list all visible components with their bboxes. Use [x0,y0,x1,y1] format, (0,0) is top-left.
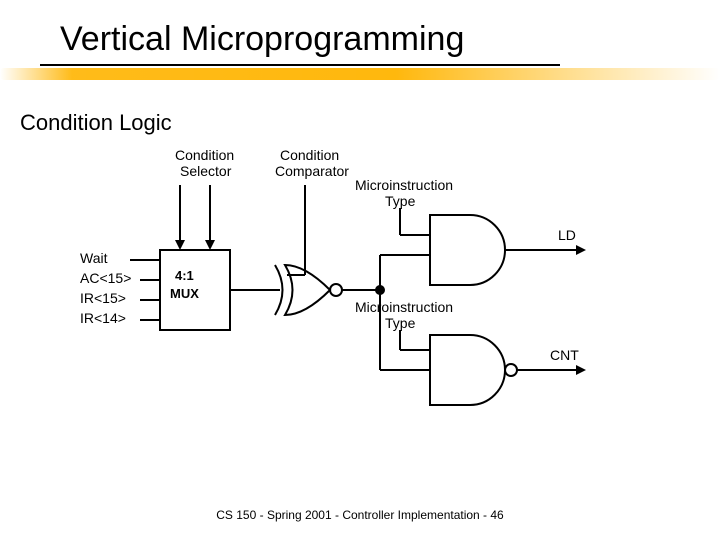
nand-gate-cnt [430,335,505,405]
condition-selector-label-1: Condition [175,147,234,163]
microinstruction-top-1: Microinstruction [355,177,453,193]
arrow-ld [576,245,586,255]
cnt-label: CNT [550,347,579,363]
input-wait: Wait [80,250,108,266]
mux-label-2: MUX [170,286,199,301]
title-underline-bar [40,64,560,66]
xnor-bubble [330,284,342,296]
arrow-selector-1 [175,240,185,250]
microinstruction-bot-2: Type [385,315,416,331]
arrow-selector-2 [205,240,215,250]
page-title: Vertical Microprogramming [60,20,464,59]
mux-label-1: 4:1 [175,268,194,283]
condition-comparator-label-1: Condition [280,147,339,163]
page-footer: CS 150 - Spring 2001 - Controller Implem… [0,508,720,522]
condition-selector-label-2: Selector [180,163,232,179]
xnor-body [285,265,330,315]
condition-logic-diagram: 4:1 MUX Wait AC<15> IR<15> IR<14> Condit… [80,140,640,440]
input-ir15: IR<15> [80,290,126,306]
and-gate-ld [430,215,505,285]
input-ir14: IR<14> [80,310,126,326]
arrow-cnt [576,365,586,375]
title-underline [0,68,720,80]
input-ac15: AC<15> [80,270,131,286]
microinstruction-top-2: Type [385,193,416,209]
ld-label: LD [558,227,576,243]
condition-comparator-label-2: Comparator [275,163,349,179]
microinstruction-bot-1: Microinstruction [355,299,453,315]
nand-bubble [505,364,517,376]
section-subtitle: Condition Logic [20,110,172,136]
